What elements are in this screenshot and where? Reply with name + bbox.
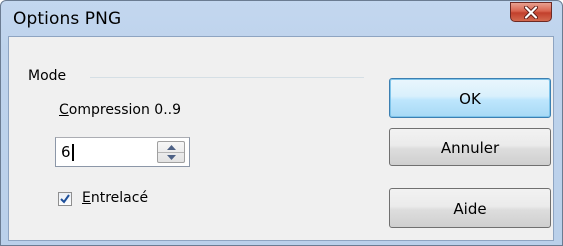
interlaced-label[interactable]: Entrelacé	[82, 190, 148, 206]
ok-button[interactable]: OK	[389, 78, 551, 118]
text-caret	[71, 144, 74, 161]
mode-group-label: Mode	[28, 68, 71, 84]
interlaced-checkbox[interactable]	[58, 192, 72, 206]
interlaced-label-text: ntrelacé	[90, 190, 149, 206]
spin-down-button[interactable]	[158, 152, 184, 162]
window-title: Options PNG	[13, 9, 122, 29]
compression-label-text: ompression 0..9	[68, 102, 182, 118]
arrow-down-icon	[166, 154, 176, 160]
spin-buttons	[157, 141, 185, 163]
help-button[interactable]: Aide	[389, 188, 551, 228]
interlaced-mnemonic: E	[82, 190, 91, 206]
group-divider	[90, 77, 364, 78]
compression-input[interactable]: 6	[61, 143, 74, 161]
compression-spinbox[interactable]: 6	[55, 137, 190, 167]
title-bar[interactable]: Options PNG	[1, 1, 562, 37]
arrow-up-icon	[166, 144, 176, 150]
close-button[interactable]	[510, 2, 552, 22]
close-icon	[524, 5, 538, 19]
checkmark-icon	[60, 194, 70, 204]
compression-mnemonic: C	[59, 102, 69, 118]
cancel-button[interactable]: Annuler	[389, 128, 551, 166]
compression-label: Compression 0..9	[59, 102, 181, 118]
compression-value: 6	[61, 143, 71, 161]
